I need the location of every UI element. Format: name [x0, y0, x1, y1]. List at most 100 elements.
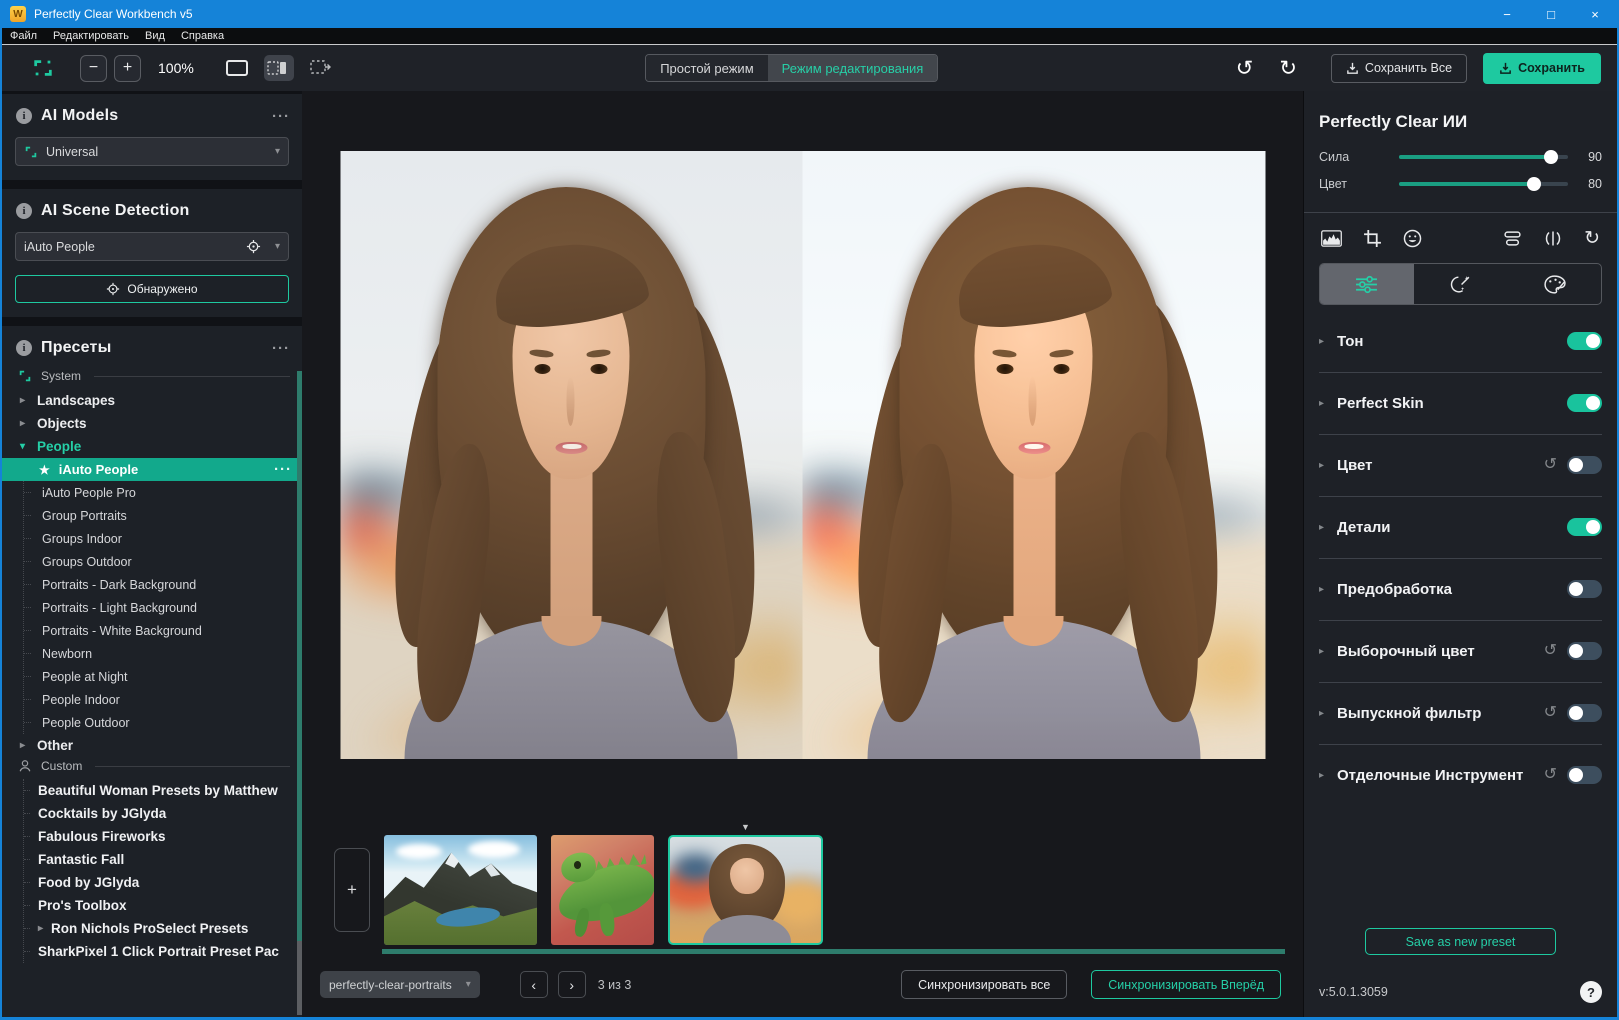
- preset-item[interactable]: Pro's Toolbox: [24, 894, 302, 917]
- next-image-button[interactable]: ›: [558, 971, 586, 998]
- preset-item[interactable]: Groups Outdoor: [24, 550, 302, 573]
- thumbnail-iguana[interactable]: [551, 835, 654, 945]
- save-button[interactable]: Сохранить: [1483, 53, 1601, 84]
- selective-color-toggle[interactable]: [1567, 642, 1602, 660]
- more-options-icon[interactable]: ···: [274, 461, 292, 478]
- perfect-skin-toggle[interactable]: [1567, 394, 1602, 412]
- save-as-new-preset-button[interactable]: Save as new preset: [1365, 928, 1556, 955]
- before-after-compare[interactable]: [340, 151, 1265, 759]
- section-selective-color[interactable]: ▸ Выборочный цвет ↺: [1319, 629, 1602, 673]
- add-image-button[interactable]: +: [334, 848, 370, 932]
- preset-item[interactable]: ▸Ron Nichols ProSelect Presets: [24, 917, 302, 940]
- tone-toggle[interactable]: [1567, 332, 1602, 350]
- section-preprocessing[interactable]: ▸ Предобработка: [1319, 567, 1602, 611]
- close-button[interactable]: ×: [1573, 0, 1617, 28]
- section-perfect-skin[interactable]: ▸ Perfect Skin: [1319, 381, 1602, 425]
- menu-item[interactable]: Справка: [173, 30, 232, 42]
- flip-icon[interactable]: [1503, 230, 1522, 247]
- preset-item-selected[interactable]: ★ iAuto People ···: [2, 458, 302, 481]
- reset-icon[interactable]: ↺: [1544, 457, 1557, 473]
- more-options-icon[interactable]: ···: [272, 340, 290, 357]
- section-tone[interactable]: ▸ Тон: [1319, 319, 1602, 363]
- preset-item[interactable]: Portraits - Dark Background: [24, 573, 302, 596]
- slider-knob[interactable]: [1544, 150, 1558, 164]
- split-view-button[interactable]: [264, 55, 294, 81]
- single-view-button[interactable]: [222, 55, 252, 81]
- info-icon[interactable]: i: [16, 108, 32, 124]
- section-color[interactable]: ▸ Цвет ↺: [1319, 443, 1602, 487]
- finishing-tools-toggle[interactable]: [1567, 766, 1602, 784]
- details-toggle[interactable]: [1567, 518, 1602, 536]
- section-details[interactable]: ▸ Детали: [1319, 505, 1602, 549]
- menu-item[interactable]: Файл: [2, 30, 45, 42]
- preset-item[interactable]: Group Portraits: [24, 504, 302, 527]
- preset-item[interactable]: Portraits - Light Background: [24, 596, 302, 619]
- preset-item[interactable]: Newborn: [24, 642, 302, 665]
- ai-model-select[interactable]: Universal ▾: [15, 137, 289, 166]
- preset-group-people[interactable]: ▾ People: [2, 435, 302, 458]
- preset-item[interactable]: Food by JGlyda: [24, 871, 302, 894]
- strength-slider[interactable]: [1399, 155, 1568, 159]
- preset-item[interactable]: Portraits - White Background: [24, 619, 302, 642]
- preset-item[interactable]: People at Night: [24, 665, 302, 688]
- scene-select[interactable]: iAuto People ▾: [15, 232, 289, 261]
- redo-icon[interactable]: ↻: [1279, 56, 1297, 81]
- reset-icon[interactable]: ↺: [1544, 643, 1557, 659]
- tab-adjustments[interactable]: [1320, 264, 1414, 304]
- preset-item[interactable]: Fantastic Fall: [24, 848, 302, 871]
- preset-item[interactable]: People Indoor: [24, 688, 302, 711]
- folder-select[interactable]: perfectly-clear-portraits ▾: [320, 971, 480, 998]
- help-button[interactable]: ?: [1580, 981, 1602, 1003]
- preset-group-objects[interactable]: ▸ Objects: [2, 412, 302, 435]
- zoom-in-button[interactable]: +: [114, 55, 141, 82]
- preset-group-other[interactable]: ▸ Other: [2, 734, 302, 757]
- tab-looks[interactable]: [1507, 264, 1601, 304]
- preset-item[interactable]: SharkPixel 1 Click Portrait Preset Pac: [24, 940, 302, 963]
- histogram-icon[interactable]: [1321, 230, 1342, 247]
- slider-knob[interactable]: [1527, 177, 1541, 191]
- crop-icon[interactable]: [1363, 229, 1382, 248]
- preset-item[interactable]: iAuto People Pro: [24, 481, 302, 504]
- rotate-icon[interactable]: ↻: [1584, 227, 1600, 250]
- zoom-out-button[interactable]: −: [80, 55, 107, 82]
- sidebar-scrollbar[interactable]: [297, 371, 302, 941]
- filmstrip-scrollbar[interactable]: [382, 949, 1285, 954]
- preset-item[interactable]: People Outdoor: [24, 711, 302, 734]
- thumbnail-mountain[interactable]: [384, 835, 537, 945]
- edit-mode-tab[interactable]: Режим редактирования: [768, 55, 938, 81]
- preset-group-landscapes[interactable]: ▸ Landscapes: [2, 389, 302, 412]
- color-toggle[interactable]: [1567, 456, 1602, 474]
- preset-item[interactable]: Cocktails by JGlyda: [24, 802, 302, 825]
- filmstrip-marker-row: [302, 819, 1303, 833]
- more-options-icon[interactable]: ···: [272, 108, 290, 125]
- minimize-button[interactable]: −: [1485, 0, 1529, 28]
- face-icon[interactable]: [1403, 229, 1422, 248]
- simple-mode-tab[interactable]: Простой режим: [646, 55, 767, 81]
- menu-item[interactable]: Вид: [137, 30, 173, 42]
- preprocessing-toggle[interactable]: [1567, 580, 1602, 598]
- sidebar-scrollbar-lower[interactable]: [297, 941, 302, 1015]
- undo-icon[interactable]: ↺: [1236, 56, 1254, 81]
- maximize-button[interactable]: □: [1529, 0, 1573, 28]
- detected-button[interactable]: Обнаружено: [15, 275, 289, 303]
- reset-icon[interactable]: ↺: [1544, 705, 1557, 721]
- color-slider[interactable]: [1399, 182, 1568, 186]
- thumbnail-portrait-selected[interactable]: [668, 835, 823, 945]
- info-icon[interactable]: i: [16, 340, 32, 356]
- overlay-view-button[interactable]: [306, 55, 336, 81]
- sync-forward-button[interactable]: Синхронизировать Вперёд: [1091, 970, 1281, 999]
- preset-item[interactable]: Fabulous Fireworks: [24, 825, 302, 848]
- section-finishing-tools[interactable]: ▸ Отделочные Инструмент ↺: [1319, 753, 1602, 797]
- save-all-button[interactable]: Сохранить Все: [1331, 54, 1467, 83]
- menu-item[interactable]: Редактировать: [45, 30, 137, 42]
- split-compare-icon[interactable]: [1543, 230, 1563, 247]
- tab-retouch[interactable]: [1414, 264, 1508, 304]
- reset-icon[interactable]: ↺: [1544, 767, 1557, 783]
- sync-all-button[interactable]: Синхронизировать все: [901, 970, 1067, 999]
- preset-item[interactable]: Beautiful Woman Presets by Matthew: [24, 779, 302, 802]
- graduated-filter-toggle[interactable]: [1567, 704, 1602, 722]
- info-icon[interactable]: i: [16, 203, 32, 219]
- section-graduated-filter[interactable]: ▸ Выпускной фильтр ↺: [1319, 691, 1602, 735]
- preset-item[interactable]: Groups Indoor: [24, 527, 302, 550]
- previous-image-button[interactable]: ‹: [520, 971, 548, 998]
